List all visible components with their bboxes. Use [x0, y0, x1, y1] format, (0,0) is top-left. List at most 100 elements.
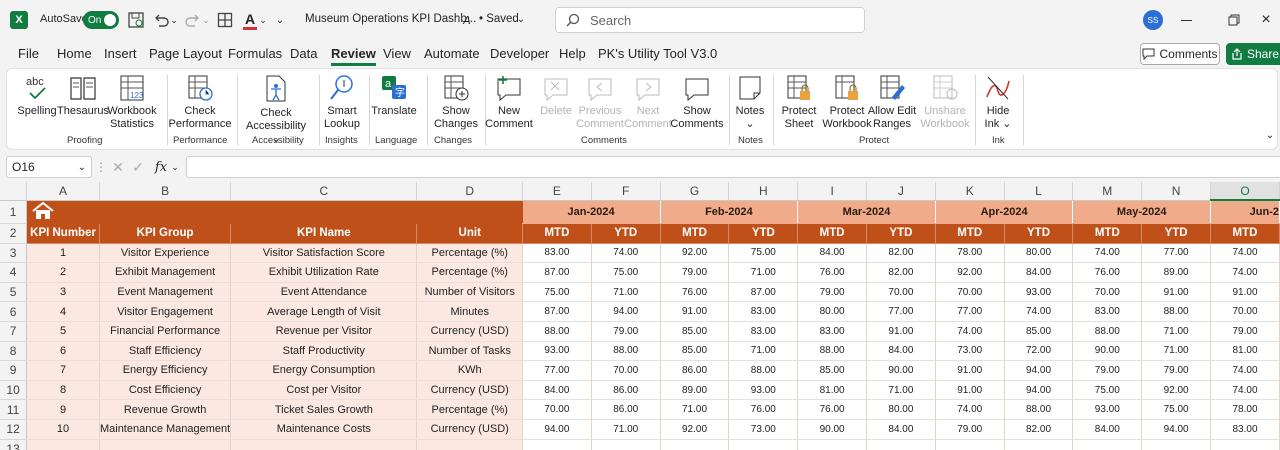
cell-value[interactable]: 83.00	[1072, 301, 1143, 322]
cell-kpi-number[interactable]: 2	[26, 262, 100, 283]
cell-value[interactable]: 70.00	[591, 360, 661, 381]
cell-value[interactable]: 89.00	[660, 380, 730, 401]
cell-value[interactable]: 74.00	[1004, 301, 1074, 322]
home-cell[interactable]	[26, 200, 100, 224]
empty-cell[interactable]	[1141, 439, 1211, 450]
cell-value[interactable]: 81.00	[1210, 341, 1280, 362]
spreadsheet-grid[interactable]: A B C D E F G H I J K L M N O 1 Jan-2024…	[0, 182, 1280, 450]
column-header-a[interactable]: A	[26, 182, 100, 201]
column-header-e[interactable]: E	[522, 182, 592, 201]
cell-value[interactable]: 71.00	[1141, 341, 1211, 362]
cell-value[interactable]: 82.00	[866, 262, 936, 283]
notes-button[interactable]: Notes ⌄	[733, 73, 767, 131]
cell-value[interactable]: 74.00	[1072, 243, 1143, 264]
row-header[interactable]: 6	[0, 301, 28, 322]
column-header-h[interactable]: H	[728, 182, 799, 201]
name-box[interactable]: O16 ⌄	[6, 156, 92, 178]
cell-value[interactable]: 71.00	[591, 419, 661, 440]
column-header-i[interactable]: I	[797, 182, 868, 201]
cell-value[interactable]: 94.00	[1141, 419, 1211, 440]
next-comment-button[interactable]: Next Comment	[624, 73, 672, 131]
cell-value[interactable]: 80.00	[866, 399, 936, 420]
cell-value[interactable]: 87.00	[522, 301, 592, 322]
cell-kpi-name[interactable]: Revenue per Visitor	[230, 321, 418, 342]
cell-value[interactable]: 75.00	[591, 262, 661, 283]
cell-value[interactable]: 77.00	[866, 301, 936, 322]
cell-value[interactable]: 83.00	[797, 321, 868, 342]
cell-value[interactable]: 84.00	[522, 380, 592, 401]
row-header[interactable]: 1	[0, 200, 28, 224]
cell-value[interactable]: 92.00	[660, 243, 730, 264]
cell-kpi-name[interactable]: Average Length of Visit	[230, 301, 418, 322]
cell-value[interactable]: 85.00	[660, 341, 730, 362]
menu-insert[interactable]: Insert	[104, 46, 137, 61]
cell-value[interactable]: 79.00	[1210, 321, 1280, 342]
cell-kpi-group[interactable]: Revenue Growth	[99, 399, 232, 420]
row-header[interactable]: 9	[0, 360, 28, 381]
cell-value[interactable]: 94.00	[522, 419, 592, 440]
cell-unit[interactable]: Minutes	[416, 301, 524, 322]
empty-cell[interactable]	[728, 439, 799, 450]
row-header[interactable]: 5	[0, 282, 28, 303]
cell-kpi-number[interactable]: 5	[26, 321, 100, 342]
menu-automate[interactable]: Automate	[424, 46, 480, 61]
saved-status[interactable]: • Saved	[479, 13, 519, 25]
cell-value[interactable]: 73.00	[728, 419, 799, 440]
cell-value[interactable]: 88.00	[728, 360, 799, 381]
cell-value[interactable]: 85.00	[797, 360, 868, 381]
cell-value[interactable]: 71.00	[1141, 321, 1211, 342]
menu-view[interactable]: View	[383, 46, 411, 61]
empty-cell[interactable]	[99, 439, 232, 450]
column-header-m[interactable]: M	[1072, 182, 1143, 201]
cell-kpi-group[interactable]: Cost Efficiency	[99, 380, 232, 401]
cell-value[interactable]: 76.00	[797, 399, 868, 420]
cell-value[interactable]: 70.00	[866, 282, 936, 303]
cell-value[interactable]: 93.00	[522, 341, 592, 362]
cell-value[interactable]: 81.00	[797, 380, 868, 401]
cell-value[interactable]: 78.00	[1210, 399, 1280, 420]
cell-value[interactable]: 93.00	[1072, 399, 1143, 420]
row-header[interactable]: 13	[0, 439, 28, 450]
cell-value[interactable]: 88.00	[1072, 321, 1143, 342]
cell-value[interactable]: 74.00	[1210, 360, 1280, 381]
menu-help[interactable]: Help	[559, 46, 586, 61]
allow-edit-ranges-button[interactable]: Allow Edit Ranges	[867, 73, 917, 131]
cell-kpi-name[interactable]: Cost per Visitor	[230, 380, 418, 401]
cell-value[interactable]: 85.00	[1004, 321, 1074, 342]
cell-value[interactable]: 82.00	[1004, 419, 1074, 440]
cell-unit[interactable]: Number of Tasks	[416, 341, 524, 362]
cell-value[interactable]: 88.00	[1004, 399, 1074, 420]
formula-input[interactable]	[186, 156, 1280, 178]
row-header[interactable]: 12	[0, 419, 28, 440]
cell-unit[interactable]: Currency (USD)	[416, 419, 524, 440]
cell-value[interactable]: 75.00	[1141, 399, 1211, 420]
cell-value[interactable]: 70.00	[1072, 282, 1143, 303]
row-header[interactable]: 3	[0, 243, 28, 264]
search-box[interactable]: Search	[555, 7, 865, 33]
cell-value[interactable]: 92.00	[660, 419, 730, 440]
row-header[interactable]: 7	[0, 321, 28, 342]
cell-value[interactable]: 89.00	[1141, 262, 1211, 283]
cell-kpi-number[interactable]: 3	[26, 282, 100, 303]
empty-cell[interactable]	[230, 439, 418, 450]
cell-value[interactable]: 87.00	[728, 282, 799, 303]
column-header-g[interactable]: G	[660, 182, 730, 201]
check-performance-button[interactable]: Check Performance	[169, 73, 232, 131]
cell-value[interactable]: 77.00	[1141, 243, 1211, 264]
cell-value[interactable]: 76.00	[797, 262, 868, 283]
column-header-d[interactable]: D	[416, 182, 524, 201]
menu-page-layout[interactable]: Page Layout	[149, 46, 222, 61]
save-icon[interactable]	[127, 11, 145, 29]
row-header[interactable]: 8	[0, 341, 28, 362]
cell-kpi-group[interactable]: Event Management	[99, 282, 232, 303]
cell-value[interactable]: 70.00	[522, 399, 592, 420]
cell-unit[interactable]: Currency (USD)	[416, 380, 524, 401]
translate-button[interactable]: a字 Translate	[371, 73, 417, 118]
cell-value[interactable]: 93.00	[1004, 282, 1074, 303]
cell-kpi-name[interactable]: Visitor Satisfaction Score	[230, 243, 418, 264]
avatar[interactable]: SS	[1143, 10, 1163, 30]
cell-value[interactable]: 79.00	[1072, 360, 1143, 381]
cell-unit[interactable]: Percentage (%)	[416, 399, 524, 420]
cell-value[interactable]: 94.00	[1004, 380, 1074, 401]
cell-value[interactable]: 84.00	[1072, 419, 1143, 440]
